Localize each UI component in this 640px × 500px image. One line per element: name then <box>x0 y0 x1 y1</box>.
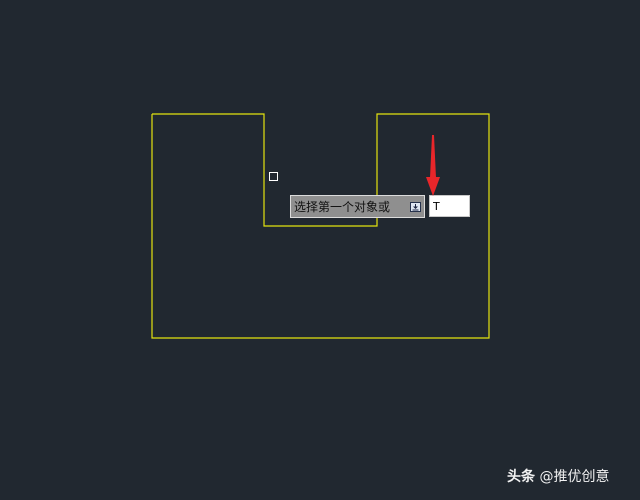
red-arrow-annotation <box>426 135 440 196</box>
command-input-field[interactable] <box>429 195 470 217</box>
command-prompt-tooltip: 选择第一个对象或 <box>290 195 425 218</box>
drawing-area[interactable] <box>0 0 640 500</box>
drawing-canvas[interactable]: 选择第一个对象或 头条 @推优创意 <box>0 0 640 500</box>
dropdown-arrow-icon[interactable] <box>410 202 421 212</box>
watermark-handle: @推优创意 <box>539 469 610 485</box>
watermark-brand: 头条 <box>507 469 535 485</box>
pickbox-cursor <box>269 172 278 181</box>
watermark: 头条 @推优创意 <box>507 466 609 486</box>
prompt-text: 选择第一个对象或 <box>294 200 391 214</box>
